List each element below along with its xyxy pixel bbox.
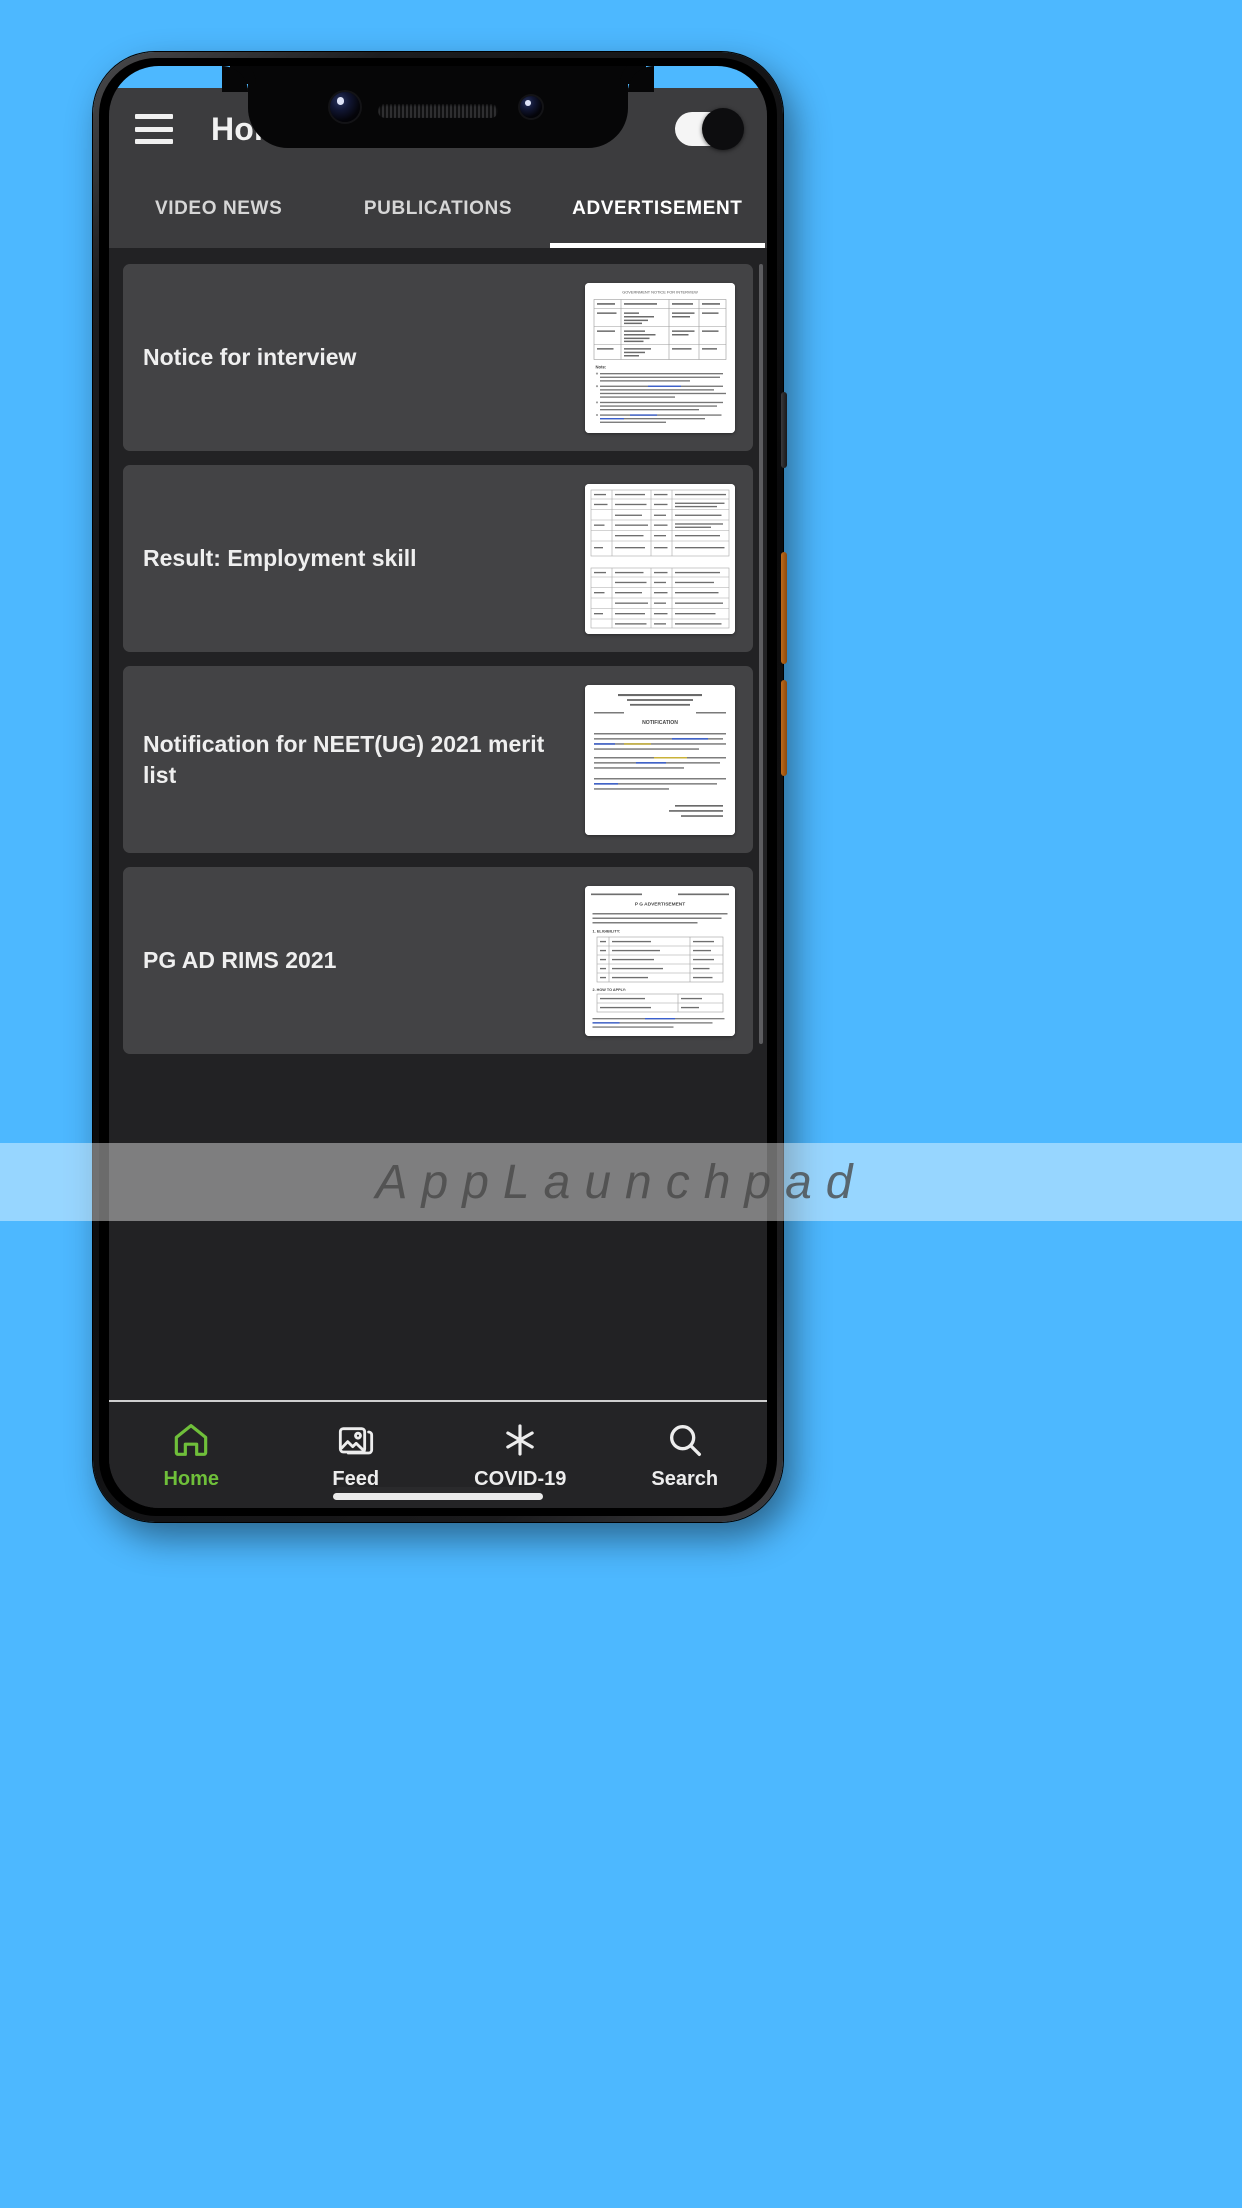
card-title: PG AD RIMS 2021	[143, 947, 337, 974]
nav-item-feed[interactable]: Feed	[274, 1420, 439, 1491]
list-item[interactable]: Notice for interview GOVERNMENT NOTICE F…	[123, 264, 753, 451]
page-title: Home	[211, 110, 301, 147]
document-results-table-thumbnail	[585, 483, 735, 634]
nav-item-covid-19[interactable]: COVID-19	[438, 1420, 603, 1491]
list-item[interactable]: Result: Employment skill	[123, 465, 753, 652]
card-title: Notification for NEET(UG) 2021 merit lis…	[143, 731, 545, 788]
images-icon	[338, 1426, 373, 1454]
nav-item-home[interactable]: Home	[109, 1420, 274, 1491]
advertisement-list: Notice for interview GOVERNMENT NOTICE F…	[109, 248, 767, 1400]
tab-video-news[interactable]: VIDEO NEWS	[109, 170, 328, 248]
list-item[interactable]: PG AD RIMS 2021 P G ADVERTISEMENT 1. ELI…	[123, 867, 753, 1054]
power-button[interactable]	[781, 392, 787, 468]
volume-down-button[interactable]	[781, 680, 787, 776]
volume-up-button[interactable]	[781, 552, 787, 664]
device-bezel: Home VIDEO NEWS PUBLICATIONS ADVERTISEME…	[99, 58, 777, 1516]
tab-label: ADVERTISEMENT	[572, 198, 743, 219]
tab-publications[interactable]: PUBLICATIONS	[328, 170, 547, 248]
phone-device-frame: Home VIDEO NEWS PUBLICATIONS ADVERTISEME…	[93, 52, 787, 1522]
hamburger-menu-icon[interactable]	[135, 114, 173, 144]
document-letter-thumbnail: NOTIFICATION	[585, 684, 735, 835]
svg-text:Note:: Note:	[596, 364, 607, 369]
card-title: Notice for interview	[143, 344, 357, 371]
nav-item-search[interactable]: Search	[603, 1420, 768, 1491]
theme-toggle[interactable]	[675, 108, 744, 150]
svg-text:2. HOW TO APPLY:: 2. HOW TO APPLY:	[593, 988, 627, 992]
svg-text:GOVERNMENT NOTICE FOR INTERVIE: GOVERNMENT NOTICE FOR INTERVIEW	[622, 289, 698, 294]
svg-text:1. ELIGIBILITY:: 1. ELIGIBILITY:	[593, 928, 621, 933]
phone-screen: Home VIDEO NEWS PUBLICATIONS ADVERTISEME…	[109, 66, 767, 1508]
document-table-thumbnail: GOVERNMENT NOTICE FOR INTERVIEW Note:	[585, 282, 735, 433]
home-indicator	[333, 1493, 543, 1500]
status-bar	[109, 66, 767, 88]
nav-label: Search	[651, 1467, 719, 1490]
scrollbar-thumb[interactable]	[759, 264, 763, 1044]
tab-label: VIDEO NEWS	[154, 198, 283, 219]
nav-label: Home	[163, 1467, 220, 1490]
home-icon	[175, 1423, 208, 1456]
medical-asterisk-icon	[506, 1423, 534, 1456]
document-advertisement-thumbnail: P G ADVERTISEMENT 1. ELIGIBILITY: 2. HOW…	[585, 885, 735, 1036]
tab-label: PUBLICATIONS	[363, 198, 513, 219]
tab-advertisement[interactable]: ADVERTISEMENT	[548, 170, 767, 248]
app-bar: Home	[109, 88, 767, 170]
svg-text:P G ADVERTISEMENT: P G ADVERTISEMENT	[635, 901, 685, 907]
toggle-knob	[702, 108, 744, 150]
search-icon	[669, 1424, 701, 1456]
card-title: Result: Employment skill	[143, 545, 417, 572]
svg-text:NOTIFICATION: NOTIFICATION	[642, 720, 678, 726]
app-root: Home VIDEO NEWS PUBLICATIONS ADVERTISEME…	[109, 66, 767, 1508]
tab-bar: VIDEO NEWS PUBLICATIONS ADVERTISEMENT	[109, 170, 767, 248]
list-item[interactable]: Notification for NEET(UG) 2021 merit lis…	[123, 666, 753, 853]
